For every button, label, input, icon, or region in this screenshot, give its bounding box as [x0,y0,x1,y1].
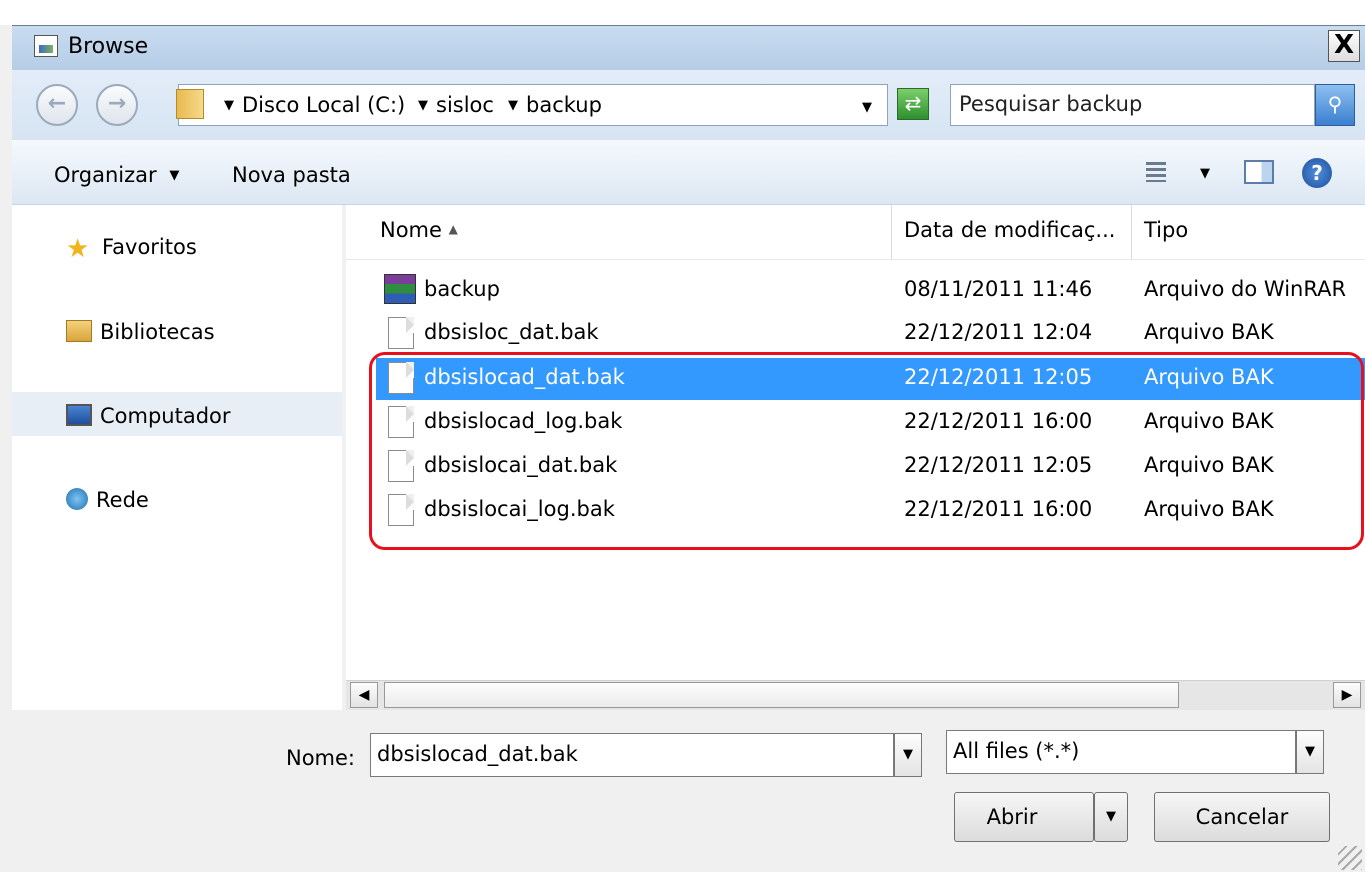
file-icon [388,317,414,349]
sort-ascending-icon: ▲ [448,222,458,236]
open-options-dropdown-button[interactable]: ▼ [1094,792,1128,842]
scrollbar-thumb[interactable] [384,682,1179,708]
search-input[interactable]: Pesquisar backup [950,84,1315,126]
forward-button[interactable]: → [96,84,138,126]
filename-label: Nome: [286,746,356,770]
file-type: Arquivo BAK [1144,320,1274,344]
file-name: dbsisloc_dat.bak [424,320,599,344]
open-button[interactable]: Abrir [954,792,1094,842]
breadcrumb-sisloc[interactable]: ▼ sisloc [418,93,494,117]
star-icon: ★ [66,234,90,264]
column-header-date[interactable]: Data de modificaç... [892,205,1132,259]
filename-dropdown-button[interactable]: ▼ [894,733,922,777]
breadcrumb-backup[interactable]: ▼ backup [508,93,602,117]
cancel-button[interactable]: Cancelar [1154,792,1330,842]
libraries-icon [66,320,92,342]
winrar-icon [384,274,416,304]
search-icon[interactable]: ⚲ [1315,84,1355,126]
resize-grip-icon[interactable] [1338,846,1362,870]
view-options-chevron-icon[interactable]: ▼ [1200,166,1210,181]
sidebar-item-favoritos[interactable]: ★ Favoritos [66,234,197,264]
network-icon [66,488,88,510]
view-options-icon[interactable] [1146,162,1166,182]
folder-icon [176,89,204,119]
refresh-button[interactable]: ⇄ [897,88,929,120]
help-icon[interactable]: ? [1302,158,1332,188]
navigation-pane [12,205,342,710]
column-header-divider [346,259,1365,260]
computer-icon [66,404,92,426]
column-header-type[interactable]: Tipo [1132,205,1365,259]
back-button[interactable]: ← [36,84,78,126]
file-name: backup [424,277,500,301]
app-icon [34,35,58,57]
file-type-filter-select[interactable]: All files (*.*) [946,730,1296,774]
annotation-highlight-outline [369,352,1364,550]
window-title: Browse [68,34,149,59]
file-row-backup[interactable]: backup 08/11/2011 11:46 Arquivo do WinRA… [380,270,1365,312]
chevron-down-icon: ▼ [169,168,180,183]
file-date: 08/11/2011 11:46 [904,277,1093,301]
sidebar-item-bibliotecas[interactable]: Bibliotecas [66,320,215,344]
new-folder-button[interactable]: Nova pasta [232,163,351,187]
scroll-right-button[interactable]: ▶ [1333,682,1361,708]
address-history-dropdown-icon[interactable]: ▼ [862,100,872,115]
close-button[interactable]: X [1328,30,1360,62]
title-bar[interactable]: Browse X [12,26,1365,71]
file-row-dbsisloc-dat[interactable]: dbsisloc_dat.bak 22/12/2011 12:04 Arquiv… [380,313,1365,355]
browse-dialog: Browse X ← → ▼ Disco Local (C:) ▼ sisloc ▼… [0,0,1365,872]
file-type-filter-dropdown-button[interactable]: ▼ [1296,730,1324,774]
sidebar-item-computador[interactable]: Computador [66,404,231,428]
file-type: Arquivo do WinRAR [1144,277,1347,301]
file-date: 22/12/2011 12:04 [904,320,1093,344]
sidebar-item-rede[interactable]: Rede [66,488,149,512]
scroll-left-button[interactable]: ◀ [350,682,378,708]
filename-input[interactable]: dbsislocad_dat.bak [370,733,894,777]
breadcrumb-disco-local[interactable]: ▼ Disco Local (C:) [224,93,405,117]
preview-pane-icon[interactable] [1244,160,1274,184]
column-header-name[interactable]: Nome ▲ [346,205,892,259]
organize-menu-button[interactable]: Organizar ▼ [54,163,179,187]
window-top-edge [0,0,1365,25]
